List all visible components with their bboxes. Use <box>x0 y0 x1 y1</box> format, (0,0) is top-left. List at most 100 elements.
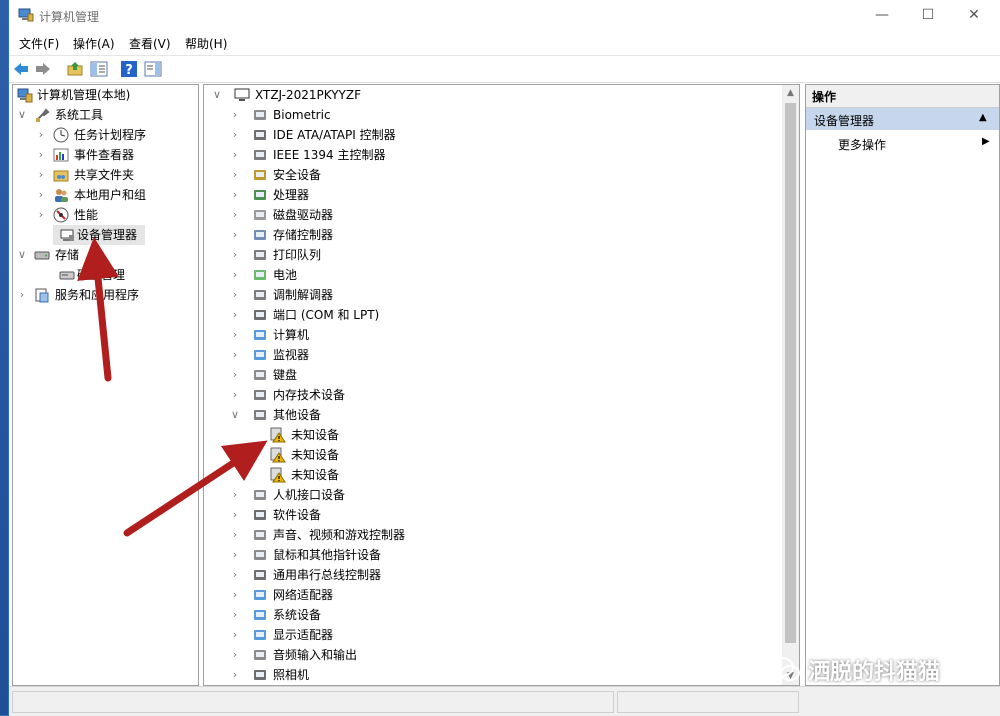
unknown-device-1[interactable]: 未知设备 <box>204 445 779 465</box>
device-category-0[interactable]: › Biometric <box>204 105 779 125</box>
back-icon[interactable] <box>12 60 30 78</box>
expand-chevron-icon[interactable]: › <box>230 145 240 165</box>
tree-item-device-manager[interactable]: 设备管理器 <box>15 225 195 245</box>
collapse-chevron-icon[interactable]: ∨ <box>230 405 240 425</box>
collapse-chevron-icon[interactable]: ∨ <box>212 85 222 105</box>
expand-chevron-icon[interactable]: › <box>230 345 240 365</box>
expand-chevron-icon[interactable]: › <box>230 105 240 125</box>
device-category-12[interactable]: › 监视器 <box>204 345 779 365</box>
tree-item-storage[interactable]: ∨ 存储 <box>15 245 195 265</box>
tree-item-local-users[interactable]: › 本地用户和组 <box>15 185 195 205</box>
tree-label-shared-folders: 共享文件夹 <box>74 168 135 182</box>
show-hide-action-pane-icon[interactable] <box>144 60 162 78</box>
device-category-19[interactable]: › 鼠标和其他指针设备 <box>204 545 779 565</box>
tree-item-performance[interactable]: › 性能 <box>15 205 195 225</box>
show-hide-tree-icon[interactable] <box>90 60 108 78</box>
expand-chevron-icon[interactable]: › <box>230 245 240 265</box>
device-category-icon <box>254 210 266 220</box>
help-icon[interactable]: ? <box>120 60 138 78</box>
device-category-3[interactable]: › 安全设备 <box>204 165 779 185</box>
collapse-triangle-icon[interactable]: ▲ <box>979 112 987 123</box>
device-category-25[interactable]: › 照相机 <box>204 665 779 685</box>
minimize-button[interactable]: — <box>859 0 905 30</box>
up-folder-icon[interactable] <box>66 60 84 78</box>
expand-chevron-icon[interactable]: › <box>230 125 240 145</box>
device-category-7[interactable]: › 打印队列 <box>204 245 779 265</box>
expand-chevron-icon[interactable]: › <box>36 185 46 205</box>
expand-chevron-icon[interactable]: › <box>36 165 46 185</box>
collapse-chevron-icon[interactable]: ∨ <box>17 245 27 265</box>
expand-chevron-icon[interactable]: › <box>230 545 240 565</box>
device-category-2[interactable]: › IEEE 1394 主控制器 <box>204 145 779 165</box>
device-category-15[interactable]: ∨ 其他设备 <box>204 405 779 425</box>
expand-chevron-icon[interactable]: › <box>230 585 240 605</box>
unknown-device-2[interactable]: 未知设备 <box>204 465 779 485</box>
device-category-23[interactable]: › 显示适配器 <box>204 625 779 645</box>
computer-icon <box>234 88 250 101</box>
menu-view[interactable]: 查看(V) <box>129 35 171 52</box>
device-category-4[interactable]: › 处理器 <box>204 185 779 205</box>
tree-item-event-viewer[interactable]: › 事件查看器 <box>15 145 195 165</box>
more-actions-item[interactable]: 更多操作 ▶ <box>806 133 999 155</box>
toolbar: ? <box>9 55 1000 83</box>
device-category-6[interactable]: › 存储控制器 <box>204 225 779 245</box>
maximize-button[interactable]: ☐ <box>905 0 951 30</box>
expand-chevron-icon[interactable]: › <box>36 125 46 145</box>
scrollbar-thumb[interactable] <box>785 103 796 643</box>
expand-chevron-icon[interactable]: › <box>230 665 240 685</box>
expand-chevron-icon[interactable]: › <box>230 485 240 505</box>
expand-chevron-icon[interactable]: › <box>230 225 240 245</box>
device-category-22[interactable]: › 系统设备 <box>204 605 779 625</box>
device-category-14[interactable]: › 内存技术设备 <box>204 385 779 405</box>
device-category-11[interactable]: › 计算机 <box>204 325 779 345</box>
tree-item-task-scheduler[interactable]: › 任务计划程序 <box>15 125 195 145</box>
menu-action[interactable]: 操作(A) <box>73 35 115 52</box>
tree-item-services-apps[interactable]: › 服务和应用程序 <box>15 285 195 305</box>
expand-chevron-icon[interactable]: › <box>230 305 240 325</box>
expand-chevron-icon[interactable]: › <box>230 365 240 385</box>
scroll-up-icon[interactable]: ▲ <box>782 85 799 102</box>
tree-item-shared-folders[interactable]: › 共享文件夹 <box>15 165 195 185</box>
device-category-21[interactable]: › 网络适配器 <box>204 585 779 605</box>
expand-chevron-icon[interactable]: › <box>230 285 240 305</box>
expand-chevron-icon[interactable]: › <box>230 625 240 645</box>
expand-chevron-icon[interactable]: › <box>230 565 240 585</box>
device-category-5[interactable]: › 磁盘驱动器 <box>204 205 779 225</box>
tree-item-disk-management[interactable]: 磁盘管理 <box>15 265 195 285</box>
device-category-1[interactable]: › IDE ATA/ATAPI 控制器 <box>204 125 779 145</box>
expand-chevron-icon[interactable]: › <box>17 285 27 305</box>
expand-chevron-icon[interactable]: › <box>230 605 240 625</box>
device-category-17[interactable]: › 软件设备 <box>204 505 779 525</box>
device-category-24[interactable]: › 音频输入和输出 <box>204 645 779 665</box>
tree-item-system-tools[interactable]: ∨ 系统工具 <box>15 105 195 125</box>
expand-chevron-icon[interactable]: › <box>36 145 46 165</box>
submenu-arrow-icon: ▶ <box>982 136 990 147</box>
unknown-device-0[interactable]: 未知设备 <box>204 425 779 445</box>
device-category-13[interactable]: › 键盘 <box>204 365 779 385</box>
device-category-20[interactable]: › 通用串行总线控制器 <box>204 565 779 585</box>
tree-root[interactable]: 计算机管理(本地) <box>15 85 195 105</box>
expand-chevron-icon[interactable]: › <box>230 385 240 405</box>
device-category-16[interactable]: › 人机接口设备 <box>204 485 779 505</box>
watermark-text: 洒脱的抖猫猫 <box>808 660 941 685</box>
forward-icon[interactable] <box>34 60 52 78</box>
device-category-18[interactable]: › 声音、视频和游戏控制器 <box>204 525 779 545</box>
device-category-9[interactable]: › 调制解调器 <box>204 285 779 305</box>
menu-file[interactable]: 文件(F) <box>19 35 59 52</box>
device-category-10[interactable]: › 端口 (COM 和 LPT) <box>204 305 779 325</box>
expand-chevron-icon[interactable]: › <box>230 645 240 665</box>
expand-chevron-icon[interactable]: › <box>230 185 240 205</box>
device-tree-root[interactable]: ∨ XTZJ-2021PKYYZF <box>204 85 779 105</box>
close-button[interactable]: ✕ <box>951 0 997 30</box>
collapse-chevron-icon[interactable]: ∨ <box>17 105 27 125</box>
actions-section-device-manager[interactable]: 设备管理器 ▲ <box>806 108 999 130</box>
expand-chevron-icon[interactable]: › <box>230 165 240 185</box>
expand-chevron-icon[interactable]: › <box>230 265 240 285</box>
menu-help[interactable]: 帮助(H) <box>185 35 227 52</box>
expand-chevron-icon[interactable]: › <box>230 505 240 525</box>
expand-chevron-icon[interactable]: › <box>230 525 240 545</box>
expand-chevron-icon[interactable]: › <box>36 205 46 225</box>
device-category-8[interactable]: › 电池 <box>204 265 779 285</box>
expand-chevron-icon[interactable]: › <box>230 205 240 225</box>
expand-chevron-icon[interactable]: › <box>230 325 240 345</box>
